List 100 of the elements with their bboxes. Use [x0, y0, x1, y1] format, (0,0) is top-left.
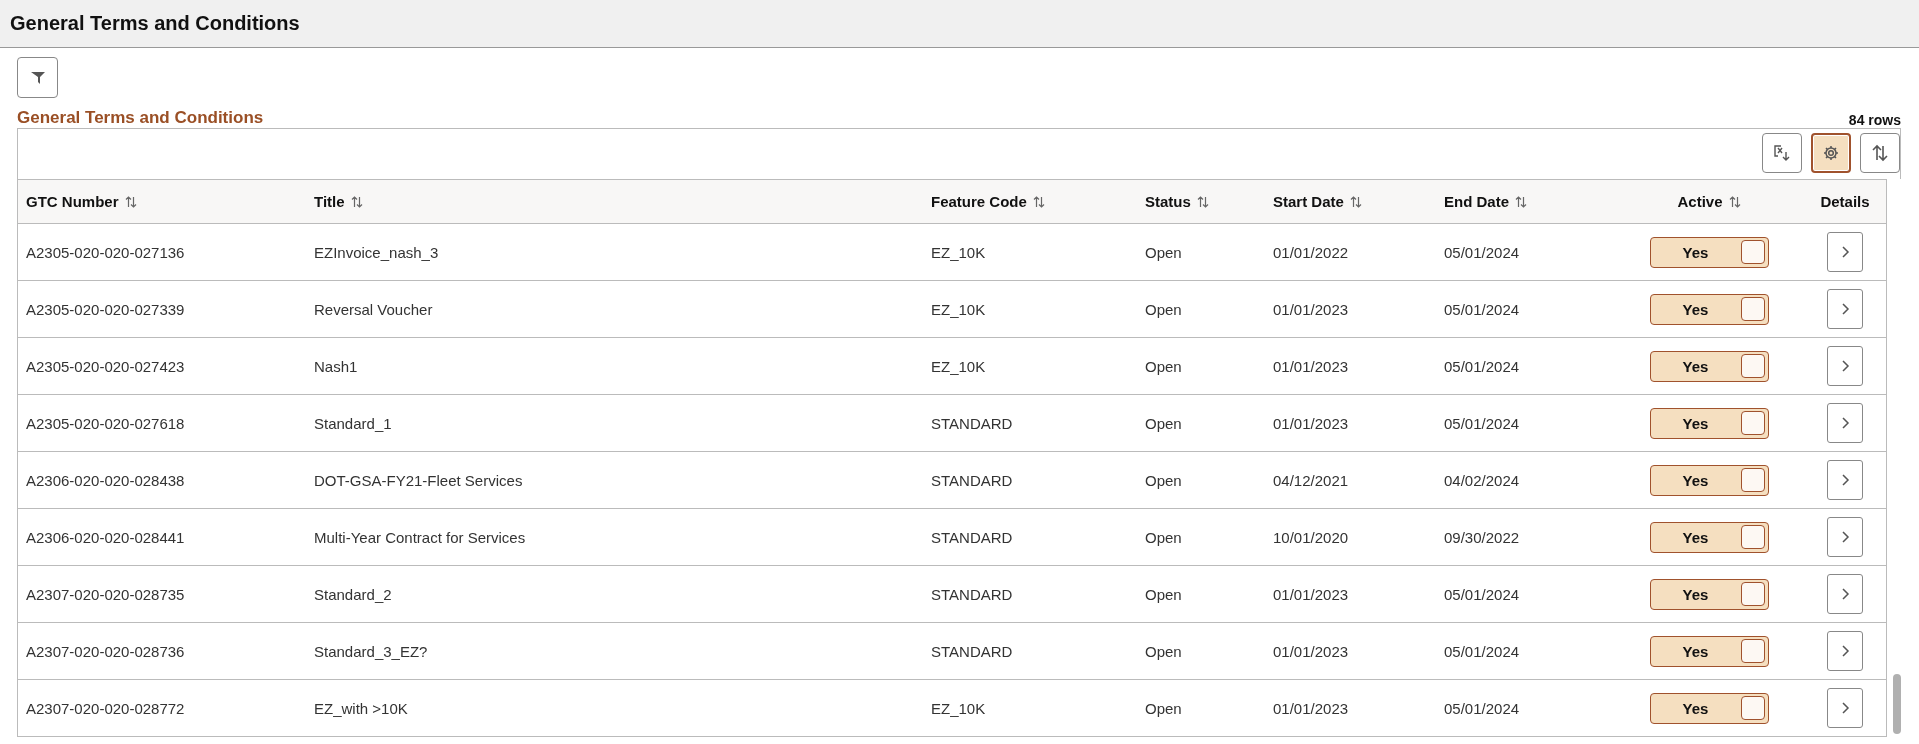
details-button[interactable] [1827, 574, 1863, 614]
chevron-right-icon [1840, 246, 1850, 258]
table-cell: 10/01/2020 [1273, 528, 1349, 546]
table-cell: Open [1145, 699, 1182, 717]
table-cell: A2307-020-020-028736 [26, 642, 185, 660]
chevron-right-icon [1840, 702, 1850, 714]
table-cell: STANDARD [931, 528, 1013, 546]
details-button[interactable] [1827, 631, 1863, 671]
table-cell: 04/12/2021 [1273, 471, 1349, 489]
table-cell: Open [1145, 585, 1182, 603]
table-cell: 09/30/2022 [1444, 528, 1520, 546]
active-toggle[interactable]: Yes [1649, 578, 1769, 610]
column-header[interactable]: Title [306, 179, 923, 224]
table-cell: 05/01/2024 [1444, 642, 1520, 660]
sort-button[interactable] [1860, 133, 1900, 173]
details-button[interactable] [1827, 517, 1863, 557]
sort-icon [1032, 196, 1045, 208]
table-cell: Reversal Voucher [314, 300, 433, 318]
table-cell: Standard_2 [314, 585, 392, 603]
filter-icon [29, 69, 46, 86]
chevron-right-icon [1840, 417, 1850, 429]
column-header[interactable]: Start Date [1265, 179, 1436, 224]
column-header[interactable]: Feature Code [923, 179, 1137, 224]
active-toggle[interactable]: Yes [1649, 635, 1769, 667]
table-cell: EZ_10K [931, 243, 986, 261]
active-toggle[interactable]: Yes [1649, 350, 1769, 382]
scrollbar-thumb[interactable] [1893, 674, 1901, 734]
settings-icon [1822, 144, 1840, 162]
details-button[interactable] [1827, 688, 1863, 728]
table-cell: Open [1145, 414, 1182, 432]
table-cell: EZ_10K [931, 357, 986, 375]
sort-icon [1349, 196, 1362, 208]
table-cell: STANDARD [931, 585, 1013, 603]
details-button[interactable] [1827, 403, 1863, 443]
table-cell: STANDARD [931, 642, 1013, 660]
table-cell: 01/01/2023 [1273, 585, 1349, 603]
table-cell: A2305-020-020-027423 [26, 357, 185, 375]
settings-button[interactable] [1811, 133, 1851, 173]
sort-icon [1871, 144, 1889, 162]
sort-icon [350, 196, 363, 208]
details-button[interactable] [1827, 289, 1863, 329]
active-toggle[interactable]: Yes [1649, 692, 1769, 724]
table-cell: Standard_1 [314, 414, 392, 432]
details-button[interactable] [1827, 232, 1863, 272]
table-cell: A2307-020-020-028735 [26, 585, 185, 603]
chevron-right-icon [1840, 531, 1850, 543]
active-toggle[interactable]: Yes [1649, 521, 1769, 553]
column-header[interactable]: Status [1137, 179, 1265, 224]
table-cell: 01/01/2023 [1273, 357, 1349, 375]
column-header[interactable]: Active [1614, 179, 1804, 224]
table-cell: A2305-020-020-027618 [26, 414, 185, 432]
chevron-right-icon [1840, 588, 1850, 600]
filter-button[interactable] [17, 57, 58, 98]
sort-icon [1196, 196, 1209, 208]
table-cell: 01/01/2022 [1273, 243, 1349, 261]
table-cell: 05/01/2024 [1444, 699, 1520, 717]
active-toggle[interactable]: Yes [1649, 293, 1769, 325]
table-cell: STANDARD [931, 471, 1013, 489]
sort-icon [1728, 196, 1741, 208]
table-cell: 05/01/2024 [1444, 243, 1520, 261]
column-header[interactable]: End Date [1436, 179, 1614, 224]
table-cell: Nash1 [314, 357, 358, 375]
column-header[interactable]: Details [1804, 179, 1887, 224]
page-title: General Terms and Conditions [10, 12, 300, 35]
table-cell: STANDARD [931, 414, 1013, 432]
table-cell: A2305-020-020-027339 [26, 300, 185, 318]
table-cell: 04/02/2024 [1444, 471, 1520, 489]
sort-icon [1515, 196, 1527, 208]
table-cell: 05/01/2024 [1444, 585, 1520, 603]
table-cell: 01/01/2023 [1273, 642, 1349, 660]
table-cell: EZInvoice_nash_3 [314, 243, 439, 261]
table-cell: Open [1145, 642, 1182, 660]
table-cell: Open [1145, 357, 1182, 375]
chevron-right-icon [1840, 645, 1850, 657]
table-cell: 05/01/2024 [1444, 414, 1520, 432]
column-header[interactable]: GTC Number [18, 179, 306, 224]
table-cell: DOT-GSA-FY21-Fleet Services [314, 471, 523, 489]
chevron-right-icon [1840, 303, 1850, 315]
active-toggle[interactable]: Yes [1649, 407, 1769, 439]
details-button[interactable] [1827, 346, 1863, 386]
table-cell: Open [1145, 300, 1182, 318]
table-cell: A2306-020-020-028441 [26, 528, 185, 546]
table-cell: 01/01/2023 [1273, 300, 1349, 318]
export-icon [1773, 144, 1791, 162]
chevron-right-icon [1840, 360, 1850, 372]
table-cell: EZ_10K [931, 300, 986, 318]
table-cell: Open [1145, 471, 1182, 489]
details-button[interactable] [1827, 460, 1863, 500]
table-cell: 05/01/2024 [1444, 300, 1520, 318]
active-toggle[interactable]: Yes [1649, 464, 1769, 496]
table-cell: Open [1145, 243, 1182, 261]
table-cell: Open [1145, 528, 1182, 546]
export-button[interactable] [1762, 133, 1802, 173]
table-cell: EZ_with >10K [314, 699, 408, 717]
table-cell: A2305-020-020-027136 [26, 243, 185, 261]
table-cell: A2306-020-020-028438 [26, 471, 185, 489]
active-toggle[interactable]: Yes [1649, 236, 1769, 268]
table-cell: 05/01/2024 [1444, 357, 1520, 375]
table-cell: 01/01/2023 [1273, 414, 1349, 432]
row-count: 84 rows [1848, 112, 1901, 128]
